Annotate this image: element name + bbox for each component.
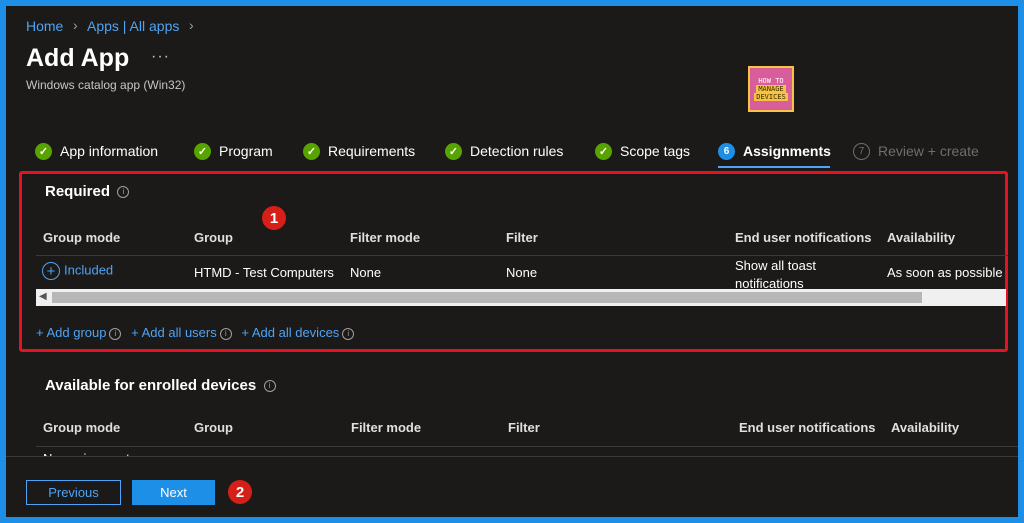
step-number-icon: 6	[718, 142, 735, 160]
column-header[interactable]: Filter	[506, 230, 538, 245]
tab-review-create[interactable]: 7 Review + create	[853, 140, 979, 162]
add-group-link[interactable]: + Add group	[36, 325, 106, 340]
column-header[interactable]: Filter mode	[351, 420, 421, 435]
checkmark-icon: ✓	[445, 142, 462, 160]
info-icon[interactable]: i	[117, 185, 130, 198]
annotation-badge-1: 1	[262, 206, 286, 230]
next-button[interactable]: Next	[132, 480, 215, 505]
column-header[interactable]: Group	[194, 230, 233, 245]
filter-cell[interactable]: None	[506, 265, 537, 280]
page-title: Add App	[26, 44, 130, 72]
breadcrumb-apps[interactable]: Apps | All apps	[87, 18, 179, 34]
add-all-devices-link[interactable]: + Add all devices	[241, 325, 339, 340]
tab-scope-tags[interactable]: ✓ Scope tags	[595, 140, 690, 162]
info-icon[interactable]: i	[342, 327, 355, 340]
available-title: Available for enrolled devices	[45, 377, 257, 394]
more-options-button[interactable]: ···	[151, 48, 170, 66]
checkmark-icon: ✓	[35, 142, 52, 160]
checkmark-icon: ✓	[303, 142, 320, 160]
column-header[interactable]: Group mode	[43, 230, 120, 245]
info-icon[interactable]: i	[263, 379, 276, 392]
column-header[interactable]: Group	[194, 420, 233, 435]
previous-button[interactable]: Previous	[26, 480, 121, 505]
breadcrumb-home[interactable]: Home	[26, 18, 63, 34]
required-title: Required	[45, 183, 111, 200]
column-header[interactable]: Filter	[508, 420, 540, 435]
column-header[interactable]: Group mode	[43, 420, 120, 435]
horizontal-scrollbar[interactable]: ◀	[36, 289, 1006, 306]
active-tab-indicator	[718, 166, 830, 168]
add-links: + Add group i + Add all users i + Add all …	[36, 325, 355, 340]
window: Home › Apps | All apps › Add App ··· Win…	[6, 6, 1018, 517]
column-header[interactable]: Filter mode	[350, 230, 420, 245]
table-divider	[36, 255, 1008, 256]
plus-circle-icon: +	[42, 262, 60, 280]
footer-divider	[6, 456, 1018, 457]
tab-app-information[interactable]: ✓ App information	[35, 140, 158, 162]
step-number-icon: 7	[853, 142, 870, 160]
chevron-right-icon: ›	[73, 17, 78, 33]
info-icon[interactable]: i	[109, 327, 122, 340]
tab-detection-rules[interactable]: ✓ Detection rules	[445, 140, 563, 162]
column-header[interactable]: End user notifications	[739, 420, 876, 435]
availability-cell[interactable]: As soon as possible	[887, 265, 1003, 280]
required-section-header: Required i	[45, 183, 130, 201]
htmd-logo: HOW TO MANAGE DEVICES	[748, 66, 794, 112]
tab-requirements[interactable]: ✓ Requirements	[303, 140, 415, 162]
info-icon[interactable]: i	[219, 327, 232, 340]
available-section-header: Available for enrolled devices i	[45, 377, 276, 395]
tab-program[interactable]: ✓ Program	[194, 140, 273, 162]
annotation-badge-2: 2	[228, 480, 252, 504]
notifications-cell[interactable]: Show all toast	[735, 258, 816, 273]
scroll-left-icon[interactable]: ◀	[39, 291, 47, 302]
group-cell: HTMD - Test Computers	[194, 265, 334, 280]
column-header[interactable]: Availability	[887, 230, 955, 245]
tab-assignments[interactable]: 6 Assignments	[718, 140, 831, 162]
add-all-users-link[interactable]: + Add all users	[131, 325, 217, 340]
checkmark-icon: ✓	[595, 142, 612, 160]
checkmark-icon: ✓	[194, 142, 211, 160]
chevron-right-icon: ›	[189, 17, 194, 33]
scrollbar-thumb[interactable]	[52, 292, 922, 303]
group-mode-cell[interactable]: + Included	[42, 262, 113, 280]
table-divider	[36, 446, 1018, 447]
column-header[interactable]: Availability	[891, 420, 959, 435]
page-subtitle: Windows catalog app (Win32)	[26, 78, 186, 92]
filter-mode-cell[interactable]: None	[350, 265, 381, 280]
column-header[interactable]: End user notifications	[735, 230, 872, 245]
